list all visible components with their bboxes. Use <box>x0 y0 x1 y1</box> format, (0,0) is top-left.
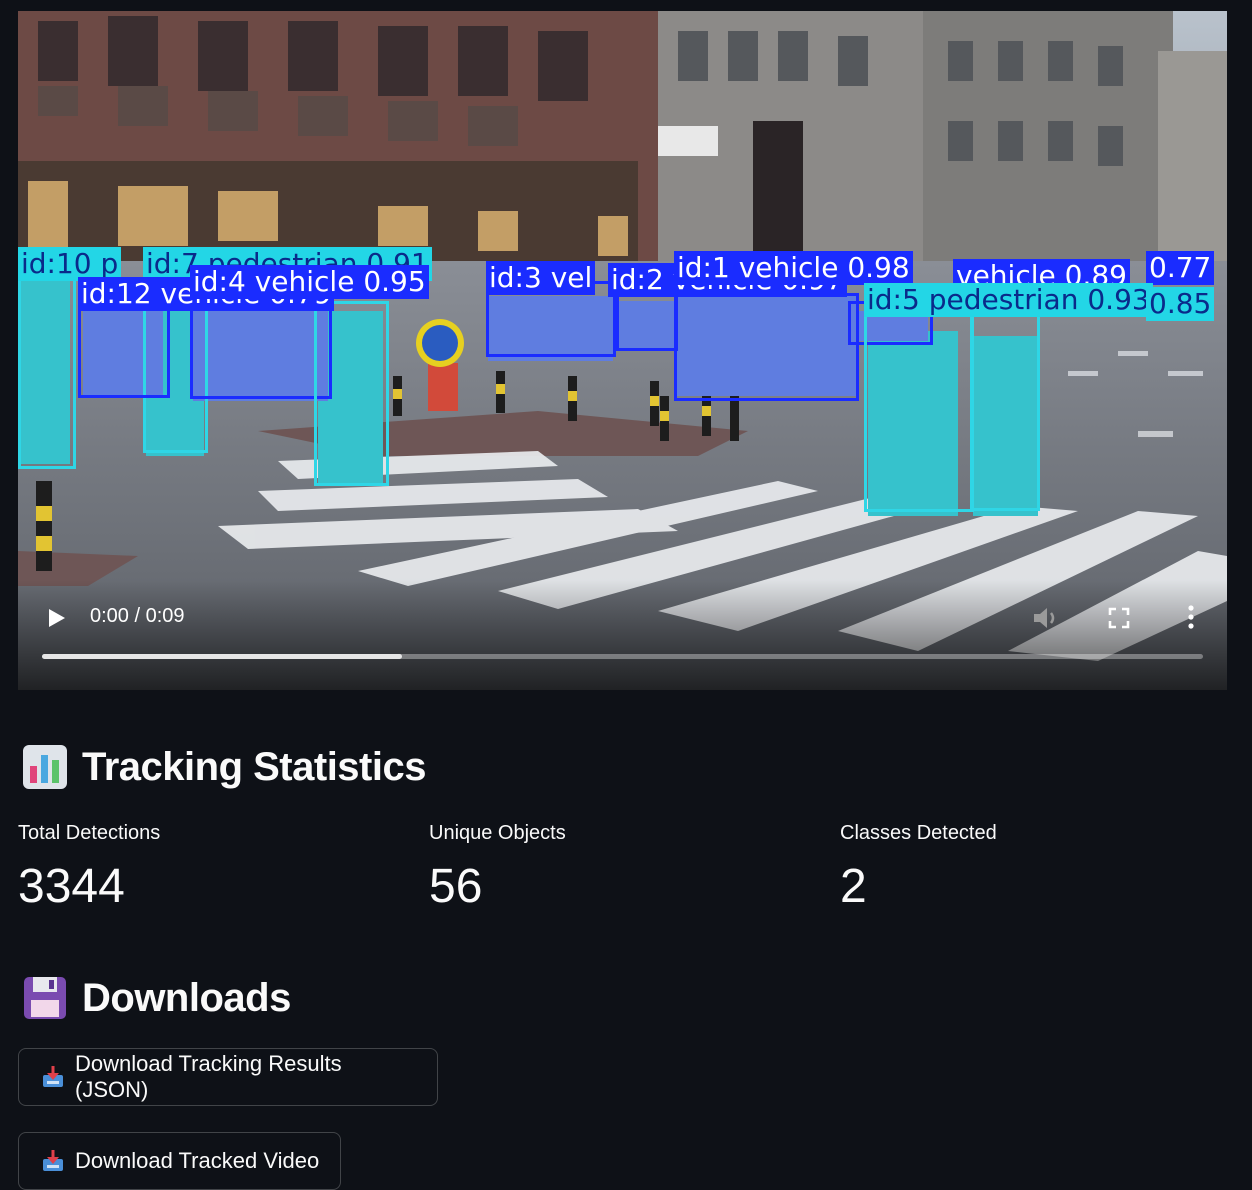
metric-value: 3344 <box>18 860 125 913</box>
inbox-tray-icon <box>41 1065 65 1089</box>
progress-buffered-fill <box>42 654 402 659</box>
detection-label: id:1 vehicle 0.98 <box>674 251 913 285</box>
tracking-statistics-heading: Tracking Statistics <box>22 744 426 790</box>
download-tracked-video-button[interactable]: Download Tracked Video <box>18 1132 341 1190</box>
metric-unique-objects: Unique Objects 56 <box>429 822 829 914</box>
detection-label: id:5 pedestrian 0.93 <box>864 283 1153 317</box>
detection-box <box>970 311 1040 511</box>
metric-label: Unique Objects <box>429 822 566 844</box>
inbox-tray-icon <box>41 1149 65 1173</box>
metric-classes-detected: Classes Detected 2 <box>840 822 1240 914</box>
tracked-video-player[interactable]: id:10 p id:7 pedestrian 0.91 id:12 vehic… <box>18 11 1227 690</box>
play-icon[interactable] <box>44 606 68 630</box>
detection-label: 0.85 <box>1146 287 1215 321</box>
button-label: Download Tracked Video <box>75 1148 320 1173</box>
button-label: Download Tracking Results (JSON) <box>75 1051 342 1102</box>
volume-icon[interactable] <box>1032 605 1060 631</box>
detection-box <box>864 311 974 512</box>
metric-value: 2 <box>840 860 867 913</box>
time-display: 0:00 / 0:09 <box>90 605 185 627</box>
metric-label: Classes Detected <box>840 822 997 844</box>
metric-value: 56 <box>429 860 483 913</box>
section-title: Tracking Statistics <box>82 744 426 789</box>
detection-box <box>190 301 332 399</box>
video-progress-bar[interactable] <box>42 654 1203 659</box>
downloads-heading: Downloads <box>22 975 291 1021</box>
detection-box <box>78 308 170 398</box>
detection-label: 0.77 <box>1146 251 1215 285</box>
detection-label: id:4 vehicle 0.95 <box>190 265 429 299</box>
section-title: Downloads <box>82 975 291 1020</box>
detection-label: id:10 p <box>18 247 122 281</box>
detection-box <box>616 293 678 351</box>
more-options-icon[interactable] <box>1180 603 1202 631</box>
bar-chart-icon <box>22 744 68 790</box>
fullscreen-icon[interactable] <box>1108 607 1130 629</box>
floppy-disk-icon <box>22 975 68 1021</box>
download-tracking-results-button[interactable]: Download Tracking Results (JSON) <box>18 1048 438 1106</box>
detection-box <box>674 293 859 401</box>
metric-total-detections: Total Detections 3344 <box>18 822 418 914</box>
detection-label: id:3 vel <box>486 261 596 295</box>
detection-box <box>314 301 389 486</box>
metric-label: Total Detections <box>18 822 161 844</box>
detection-box <box>18 277 76 469</box>
controls-overlay <box>18 580 1227 690</box>
